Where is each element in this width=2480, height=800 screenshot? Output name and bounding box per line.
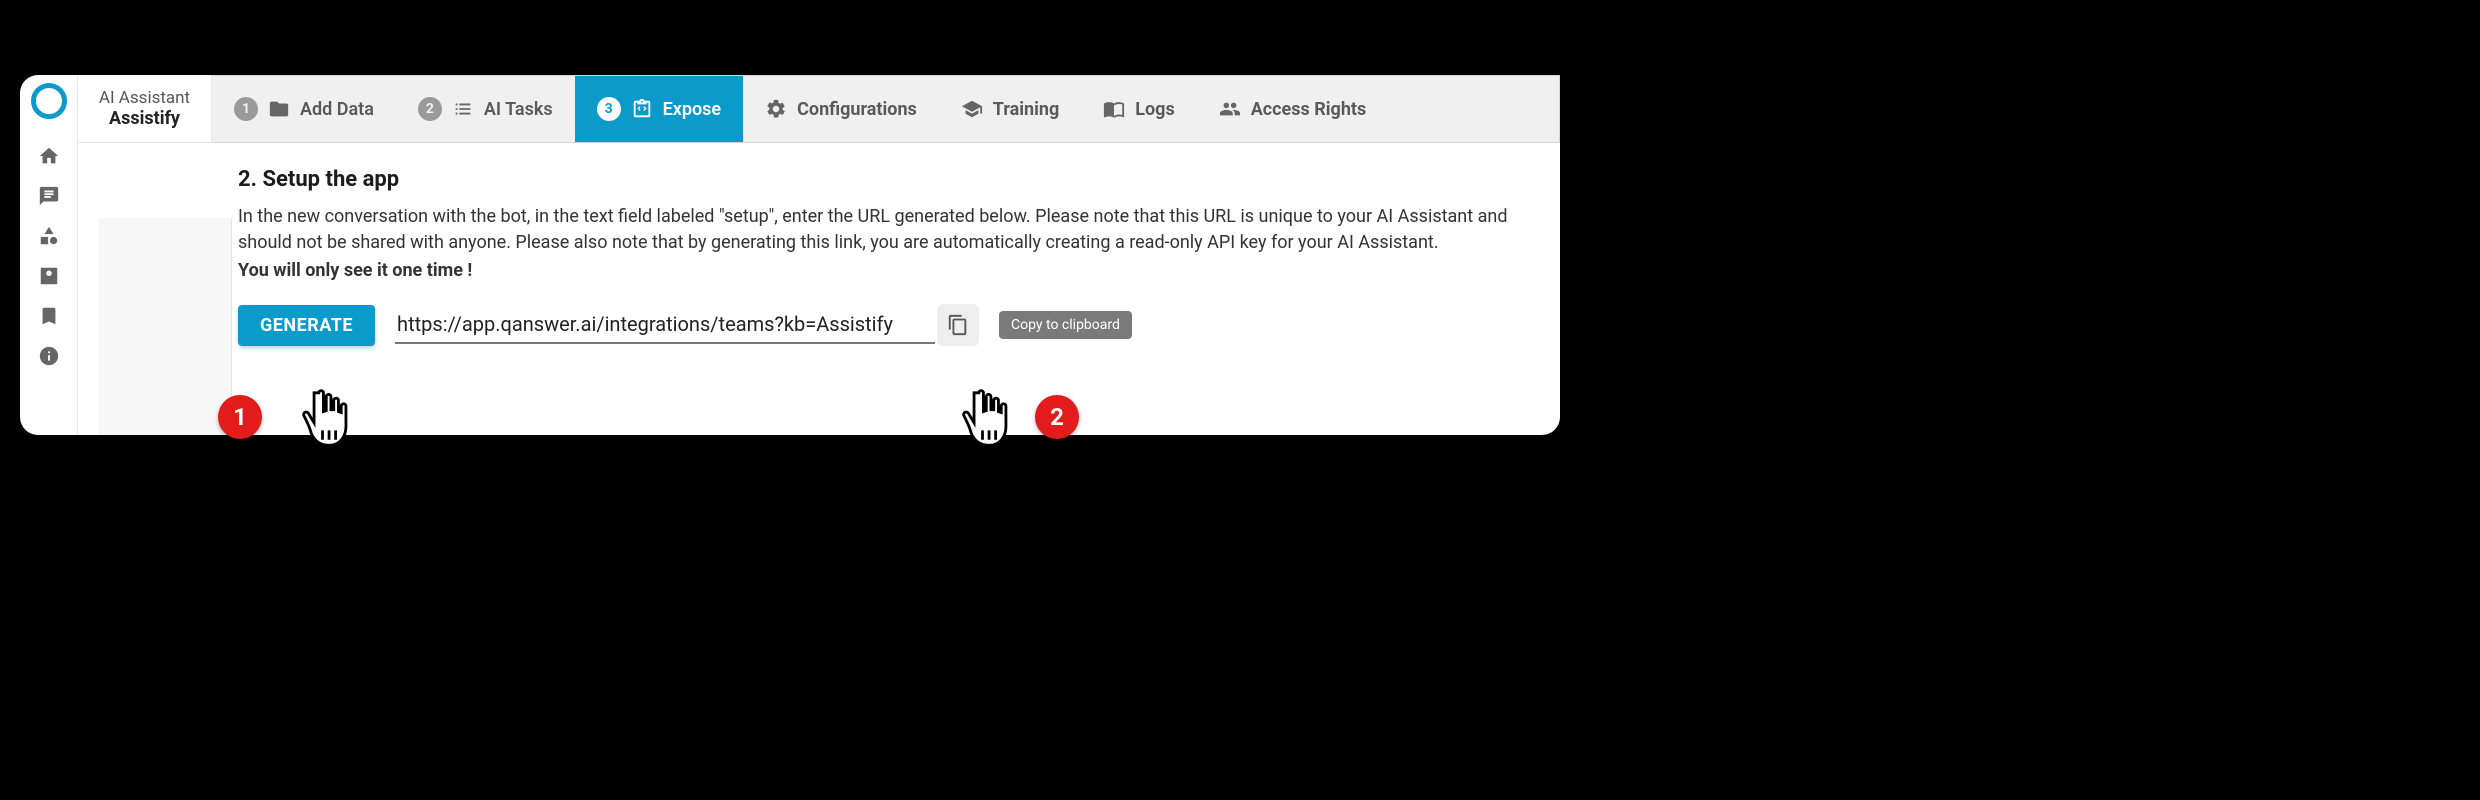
shapes-icon — [38, 225, 60, 247]
tab-configurations[interactable]: Configurations — [743, 76, 939, 142]
tab-label: Logs — [1135, 99, 1174, 120]
generated-url-input[interactable] — [395, 306, 935, 344]
nav-rail — [20, 75, 78, 435]
section-emphasis: You will only see it one time ! — [238, 258, 1532, 284]
tab-logs[interactable]: Logs — [1081, 76, 1196, 142]
main-body: 2. Setup the app In the new conversation… — [78, 143, 1560, 374]
copy-tooltip: Copy to clipboard — [999, 311, 1132, 339]
tab-bar: 1 Add Data 2 AI Tasks 3 Expose Configura… — [212, 75, 1560, 143]
annotation-badge-2: 2 — [1035, 395, 1079, 439]
bookmark-icon — [38, 305, 60, 327]
content-area: AI Assistant Assistify 1 Add Data 2 AI T… — [78, 75, 1560, 435]
account-box-icon — [38, 265, 60, 287]
book-icon — [1103, 98, 1125, 120]
assistant-title-block: AI Assistant Assistify — [78, 75, 212, 143]
section-heading: 2. Setup the app — [238, 167, 1532, 192]
step-number: 3 — [597, 97, 621, 121]
nav-home[interactable] — [38, 145, 60, 167]
assistant-title: AI Assistant — [99, 88, 190, 108]
tab-training[interactable]: Training — [939, 76, 1081, 142]
section-paragraph-text: In the new conversation with the bot, in… — [238, 206, 1507, 253]
tab-label: Access Rights — [1251, 99, 1367, 120]
tab-add-data[interactable]: 1 Add Data — [212, 76, 396, 142]
setup-section: 2. Setup the app In the new conversation… — [238, 167, 1532, 346]
gear-icon — [765, 98, 787, 120]
nav-chat[interactable] — [38, 185, 60, 207]
chat-icon — [38, 185, 60, 207]
list-icon — [452, 98, 474, 120]
nav-info[interactable] — [38, 345, 60, 367]
tab-label: Expose — [663, 99, 722, 120]
folder-icon — [268, 98, 290, 120]
tab-label: Configurations — [797, 99, 917, 120]
nav-account[interactable] — [38, 265, 60, 287]
copy-icon — [947, 314, 969, 336]
tab-label: AI Tasks — [484, 99, 553, 120]
step-number: 1 — [234, 97, 258, 121]
tab-label: Training — [993, 99, 1059, 120]
header-bar: AI Assistant Assistify 1 Add Data 2 AI T… — [78, 75, 1560, 143]
people-icon — [1219, 98, 1241, 120]
step-number: 2 — [418, 97, 442, 121]
sidebar-panel — [98, 218, 232, 435]
app-logo-icon — [31, 83, 67, 119]
nav-shapes[interactable] — [38, 225, 60, 247]
tab-ai-tasks[interactable]: 2 AI Tasks — [396, 76, 575, 142]
section-paragraph: In the new conversation with the bot, in… — [238, 204, 1532, 284]
nav-bookmark[interactable] — [38, 305, 60, 327]
generate-button[interactable]: GENERATE — [238, 305, 375, 346]
tab-access-rights[interactable]: Access Rights — [1197, 76, 1389, 142]
app-window: AI Assistant Assistify 1 Add Data 2 AI T… — [20, 75, 1560, 435]
tab-label: Add Data — [300, 99, 374, 120]
annotation-badge-1: 1 — [218, 395, 262, 439]
graduation-cap-icon — [961, 98, 983, 120]
info-icon — [38, 345, 60, 367]
assistant-name: Assistify — [109, 108, 180, 129]
tab-expose[interactable]: 3 Expose — [575, 76, 744, 142]
home-icon — [38, 145, 60, 167]
copy-button[interactable] — [937, 304, 979, 346]
code-clipboard-icon — [631, 98, 653, 120]
generate-row: GENERATE Copy to clipboard — [238, 304, 1532, 346]
